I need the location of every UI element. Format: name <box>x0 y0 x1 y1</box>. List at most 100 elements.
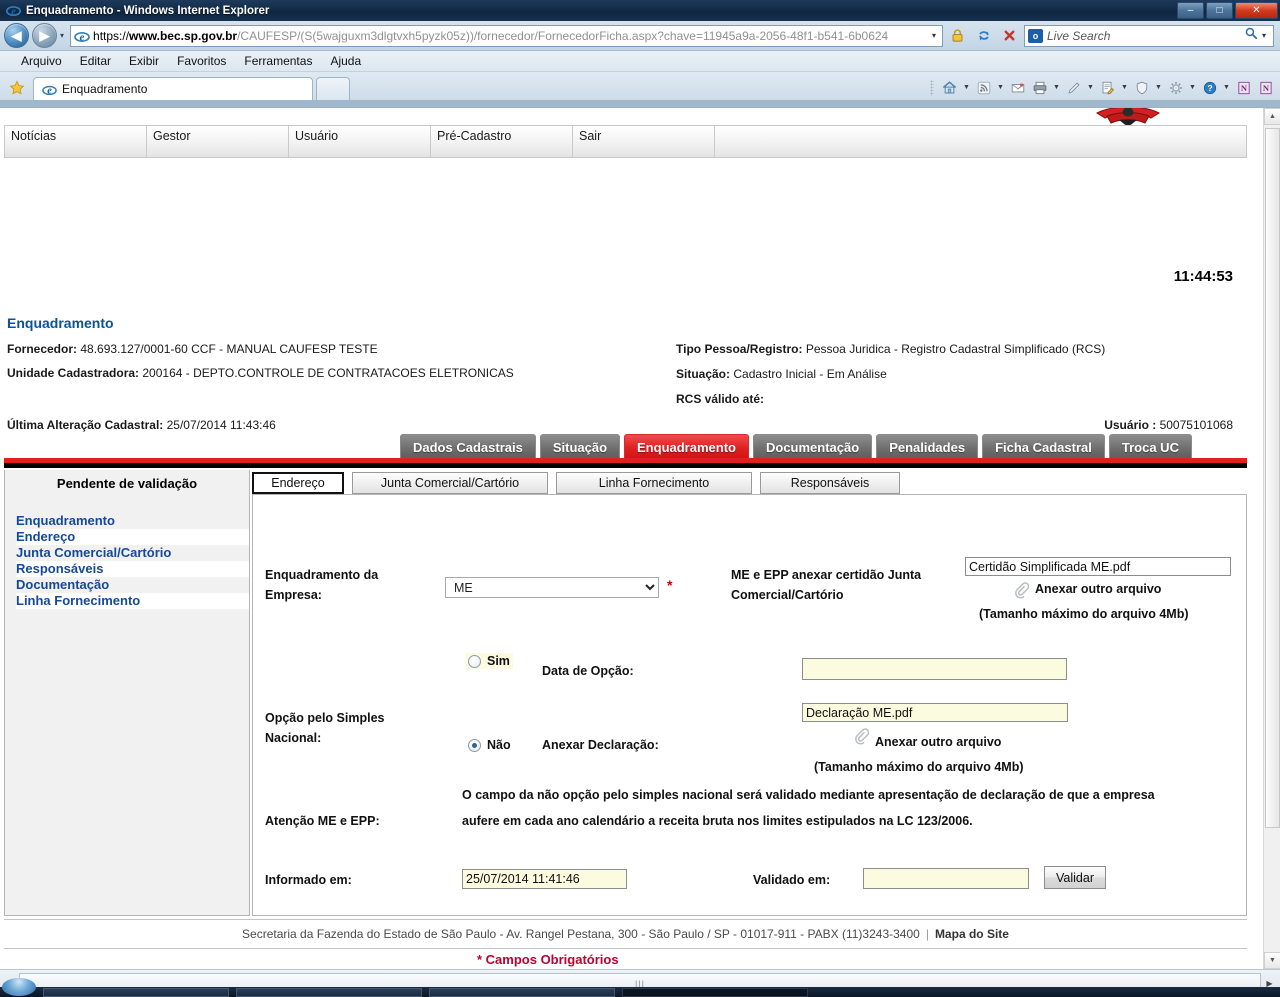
back-button[interactable]: ◀ <box>4 23 29 48</box>
page-tools-icon[interactable] <box>1097 77 1118 98</box>
informado-input: 25/07/2014 11:41:46 <box>462 869 627 889</box>
search-icon[interactable] <box>1244 26 1258 45</box>
subtab-linha-fornecimento[interactable]: Linha Fornecimento <box>556 472 752 494</box>
tab-situacao[interactable]: Situação <box>539 434 621 459</box>
subtab-responsaveis[interactable]: Responsáveis <box>760 472 900 494</box>
page-edit-icon[interactable] <box>1063 77 1084 98</box>
validado-label: Validado em: <box>753 873 831 887</box>
enquadramento-select[interactable]: ME <box>445 577 659 598</box>
site-nav-item-pre-cadastro[interactable]: Pré-Cadastro <box>431 126 573 157</box>
url-bar[interactable]: e https://www.bec.sp.gov.br/CAUFESP/(S(5… <box>70 24 943 47</box>
toolbar-grip[interactable] <box>930 79 934 96</box>
menu-item-editar[interactable]: Editar <box>71 52 120 70</box>
print-icon[interactable] <box>1029 77 1050 98</box>
subtab-endereco[interactable]: Endereço <box>252 472 344 494</box>
tools-gear-icon[interactable] <box>1165 77 1186 98</box>
certidao-file-input[interactable]: Certidão Simplificada ME.pdf <box>965 557 1231 576</box>
field-tipo-pessoa: Tipo Pessoa/Registro: Pessoa Juridica - … <box>676 342 1105 356</box>
tab-enquadramento[interactable]: Enquadramento <box>624 434 749 459</box>
feeds-chevron-down-icon[interactable]: ▼ <box>995 84 1006 91</box>
menu-item-favoritos[interactable]: Favoritos <box>168 52 235 70</box>
sidebar-item-endereco[interactable]: Endereço <box>16 529 249 545</box>
radio-sim-group[interactable]: Sim <box>466 653 513 669</box>
url-chevron-down-icon[interactable]: ▾ <box>928 31 940 40</box>
radio-nao-group[interactable]: Não <box>468 738 511 752</box>
feeds-icon[interactable] <box>973 77 994 98</box>
padlock-icon[interactable] <box>946 25 969 47</box>
radio-sim[interactable] <box>468 654 481 668</box>
tab-documentacao[interactable]: Documentação <box>752 434 873 459</box>
menu-item-exibir[interactable]: Exibir <box>120 52 168 70</box>
clock: 11:44:53 <box>1173 268 1233 285</box>
maximize-button[interactable]: □ <box>1206 2 1233 19</box>
tools-chevron-down-icon[interactable]: ▼ <box>1187 84 1198 91</box>
home-chevron-down-icon[interactable]: ▼ <box>961 84 972 91</box>
validado-input[interactable] <box>863 868 1029 889</box>
site-nav-item-usuario[interactable]: Usuário <box>289 126 431 157</box>
site-nav-item-sair[interactable]: Sair <box>573 126 715 157</box>
taskbar-item-2[interactable] <box>236 987 422 997</box>
data-opcao-input[interactable] <box>802 658 1067 680</box>
site-nav-item-noticias[interactable]: Notícias <box>5 126 147 157</box>
radio-sim-highlight[interactable]: Sim <box>466 653 513 669</box>
search-chevron-down-icon[interactable]: ▾ <box>1258 31 1270 40</box>
recent-pages-chevron-down-icon[interactable]: ▾ <box>60 31 64 40</box>
scroll-thumb[interactable] <box>1265 128 1280 828</box>
minimize-button[interactable]: – <box>1177 2 1204 19</box>
tab-troca-uc[interactable]: Troca UC <box>1108 434 1192 459</box>
close-button[interactable]: ✕ <box>1235 2 1278 19</box>
field-situacao-label: Situação: <box>676 367 731 381</box>
sidebar-item-junta-comercial[interactable]: Junta Comercial/Cartório <box>16 545 249 561</box>
sidebar-item-documentacao[interactable]: Documentação <box>16 577 249 593</box>
help-chevron-down-icon[interactable]: ▼ <box>1221 84 1232 91</box>
subtab-junta-comercial[interactable]: Junta Comercial/Cartório <box>352 472 548 494</box>
declaracao-file-input[interactable]: Declaração ME.pdf <box>802 703 1068 722</box>
menu-item-ferramentas[interactable]: Ferramentas <box>235 52 321 70</box>
sidebar-item-enquadramento[interactable]: Enquadramento <box>16 513 249 529</box>
scroll-down-arrow-icon[interactable]: ▼ <box>1264 952 1280 969</box>
print-chevron-down-icon[interactable]: ▼ <box>1051 84 1062 91</box>
field-tipo-pessoa-label: Tipo Pessoa/Registro: <box>676 342 803 356</box>
site-nav-item-gestor[interactable]: Gestor <box>147 126 289 157</box>
safety-chevron-down-icon[interactable]: ▼ <box>1153 84 1164 91</box>
notes-export-icon[interactable]: N <box>1233 77 1254 98</box>
tab-ficha-cadastral[interactable]: Ficha Cadastral <box>982 434 1105 459</box>
taskbar-item-3[interactable] <box>429 987 615 997</box>
svg-text:N: N <box>1240 83 1247 93</box>
tab-penalidades[interactable]: Penalidades <box>876 434 979 459</box>
menu-item-ajuda[interactable]: Ajuda <box>321 52 370 70</box>
forward-button[interactable]: ▶ <box>32 23 57 48</box>
radio-sim-label: Sim <box>487 654 510 668</box>
enquadramento-label-line1: Enquadramento da <box>265 568 379 582</box>
browser-tab[interactable]: e Enquadramento <box>33 77 313 100</box>
home-icon[interactable] <box>939 77 960 98</box>
sidebar-item-responsaveis[interactable]: Responsáveis <box>16 561 249 577</box>
new-tab-button[interactable] <box>316 77 350 100</box>
page-vertical-scrollbar[interactable]: ▲ ▼ <box>1263 108 1280 969</box>
safety-shield-icon[interactable] <box>1131 77 1152 98</box>
page-tools-chevron-down-icon[interactable]: ▼ <box>1119 84 1130 91</box>
tab-dados-cadastrais[interactable]: Dados Cadastrais <box>400 434 536 459</box>
search-box[interactable]: o Live Search ▾ <box>1024 24 1274 47</box>
star-icon[interactable] <box>4 76 30 100</box>
menu-item-arquivo[interactable]: Arquivo <box>12 52 71 70</box>
certidao-attach-link[interactable]: Anexar outro arquivo <box>1035 579 1161 599</box>
scroll-up-arrow-icon[interactable]: ▲ <box>1264 108 1280 125</box>
radio-nao[interactable] <box>468 738 481 752</box>
start-orb-icon[interactable] <box>2 978 36 996</box>
stop-icon[interactable] <box>998 25 1021 47</box>
url-text[interactable]: https://www.bec.sp.gov.br/CAUFESP/(S(5wa… <box>93 29 928 43</box>
refresh-icon[interactable] <box>972 25 995 47</box>
page-chevron-down-icon[interactable]: ▼ <box>1085 84 1096 91</box>
tab-title: Enquadramento <box>62 82 148 96</box>
taskbar-item-4[interactable] <box>622 987 808 997</box>
notes-link-icon[interactable]: N <box>1255 77 1276 98</box>
mail-icon[interactable] <box>1007 77 1028 98</box>
taskbar-item-1[interactable] <box>43 987 229 997</box>
validar-button[interactable]: Validar <box>1044 866 1106 889</box>
footer-mapa-do-site-link[interactable]: Mapa do Site <box>935 927 1009 941</box>
search-input[interactable]: Live Search <box>1047 29 1244 43</box>
declaracao-attach-link[interactable]: Anexar outro arquivo <box>875 732 1001 752</box>
help-icon[interactable]: ? <box>1199 77 1220 98</box>
sidebar-item-linha-fornecimento[interactable]: Linha Fornecimento <box>16 593 249 609</box>
